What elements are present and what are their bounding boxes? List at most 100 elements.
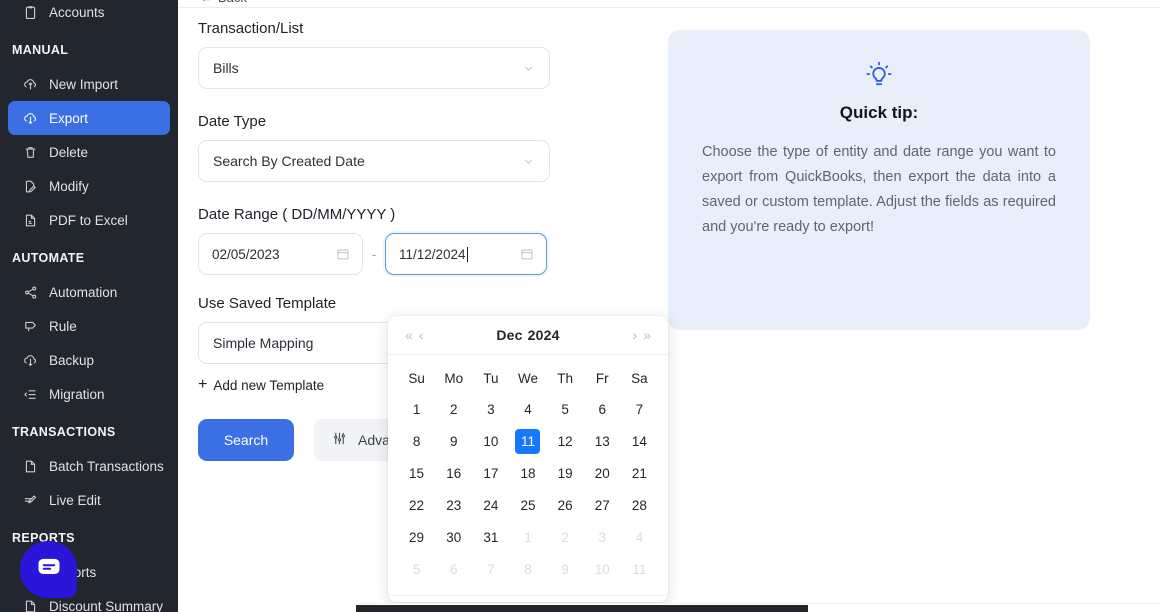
prev-year-button[interactable]: «	[402, 328, 416, 342]
sidebar-item-live-edit[interactable]: Live Edit	[8, 483, 170, 517]
horizontal-scrollbar[interactable]	[356, 603, 1160, 612]
next-month-button[interactable]: ›	[630, 328, 641, 342]
sidebar-item-label: Rule	[49, 318, 77, 334]
calendar-icon	[336, 247, 350, 261]
calendar-day-cell[interactable]: 31	[472, 521, 509, 553]
date-picker-popup: « ‹ Dec 2024 › » Su Mo Tu We Th Fr Sa 123456789…	[388, 316, 668, 602]
calendar-day-cell[interactable]: 2	[547, 521, 584, 553]
sidebar-item-label: Modify	[49, 178, 89, 194]
sidebar-section-manual: MANUAL	[12, 43, 69, 57]
calendar-day-cell[interactable]: 29	[398, 521, 435, 553]
calendar-day-cell[interactable]: 28	[621, 489, 658, 521]
calendar-day-cell[interactable]: 27	[584, 489, 621, 521]
calendar-day-cell[interactable]: 9	[547, 553, 584, 585]
calendar-body: Su Mo Tu We Th Fr Sa 1 2 3 4 5 6 7 8 9 10 11 12 13 14 15 16 17…	[388, 355, 668, 595]
transaction-list-select[interactable]: Bills	[198, 47, 550, 89]
main-content: ← Back Transaction/List Bills Date Type …	[178, 0, 1160, 612]
calendar-day-cell[interactable]: 16	[435, 457, 472, 489]
add-new-template-label: Add new Template	[213, 377, 325, 393]
upload-cloud-icon	[22, 76, 38, 92]
sidebar-item-label: New Import	[49, 76, 119, 92]
calendar-dow-su: Su	[408, 370, 425, 386]
calendar-day-cell[interactable]: 5	[398, 553, 435, 585]
calendar-day-cell[interactable]: 4	[509, 393, 546, 425]
chevron-down-icon	[522, 62, 535, 75]
calendar-day-cell[interactable]: 13	[584, 425, 621, 457]
calendar-day-cell[interactable]: 25	[509, 489, 546, 521]
sidebar-item-automation[interactable]: Automation	[8, 275, 170, 309]
search-button[interactable]: Search	[198, 419, 294, 461]
trash-icon	[22, 144, 38, 160]
calendar-day-cell[interactable]: 5	[547, 393, 584, 425]
calendar-dow-we: We	[517, 370, 538, 386]
sidebar-item-modify[interactable]: Modify	[8, 169, 170, 203]
sidebar: Accounts MANUAL New Import Export Delete…	[0, 0, 178, 612]
calendar-day-cell[interactable]: 19	[547, 457, 584, 489]
calendar-day-cell[interactable]: 21	[621, 457, 658, 489]
date-range-from-input[interactable]: 02/05/2023	[198, 233, 363, 275]
sidebar-item-label: Live Edit	[49, 492, 101, 508]
sidebar-item-rule[interactable]: Rule	[8, 309, 170, 343]
calendar-day-cell[interactable]: 10	[472, 425, 509, 457]
sidebar-item-label: Delete	[49, 144, 89, 160]
back-button[interactable]: ← Back	[200, 0, 247, 5]
date-range-to-input[interactable]: 11/12/2024	[385, 233, 547, 275]
calendar-day-cell[interactable]: 20	[584, 457, 621, 489]
calendar-day-cell[interactable]: 4	[621, 521, 658, 553]
sidebar-item-export[interactable]: Export	[8, 101, 170, 135]
calendar-day-cell[interactable]: 30	[435, 521, 472, 553]
sidebar-item-batch-transactions[interactable]: Batch Transactions	[8, 449, 170, 483]
calendar-day-cell[interactable]: 3	[472, 393, 509, 425]
calendar-day-cell[interactable]: 18	[509, 457, 546, 489]
back-label: Back	[218, 0, 247, 5]
quick-tip-title: Quick tip:	[839, 103, 919, 122]
calendar-day-cell[interactable]: 12	[547, 425, 584, 457]
sidebar-item-delete[interactable]: Delete	[8, 135, 170, 169]
calendar-day-cell[interactable]: 1	[509, 521, 546, 553]
scrollbar-thumb[interactable]	[356, 605, 808, 612]
sidebar-section-automate: AUTOMATE	[12, 251, 85, 265]
calendar-day-cell[interactable]: 14	[621, 425, 658, 457]
sidebar-item-migration[interactable]: Migration	[8, 377, 170, 411]
calendar-day-cell[interactable]: 11	[509, 425, 546, 457]
calendar-year[interactable]: 2024	[528, 327, 560, 343]
calendar-day-cell[interactable]: 6	[584, 393, 621, 425]
quick-tip-body: Choose the type of entity and date range…	[702, 144, 1056, 235]
date-type-select[interactable]: Search By Created Date	[198, 140, 550, 182]
lightbulb-icon	[702, 60, 1056, 90]
calendar-day-cell[interactable]: 6	[435, 553, 472, 585]
sidebar-item-pdf-to-excel[interactable]: PDF to Excel	[8, 203, 170, 237]
calendar-day-cell[interactable]: 26	[547, 489, 584, 521]
calendar-day-cell[interactable]: 23	[435, 489, 472, 521]
sidebar-item-label: Migration	[49, 386, 105, 402]
calendar-day-cell[interactable]: 9	[435, 425, 472, 457]
sidebar-section-transactions: TRANSACTIONS	[12, 425, 116, 439]
calendar-day-cell[interactable]: 3	[584, 521, 621, 553]
chevron-down-icon	[522, 155, 535, 168]
calendar-day-cell[interactable]: 24	[472, 489, 509, 521]
calendar-day-cell[interactable]: 2	[435, 393, 472, 425]
prev-month-button[interactable]: ‹	[416, 328, 427, 342]
calendar-day-cell[interactable]: 10	[584, 553, 621, 585]
calendar-day-cell[interactable]: 1	[398, 393, 435, 425]
calendar-month[interactable]: Dec	[496, 327, 522, 343]
calendar-day-cell[interactable]: 15	[398, 457, 435, 489]
share-nodes-icon	[22, 284, 38, 300]
calendar-day-cell[interactable]: 7	[472, 553, 509, 585]
calendar-day-cell[interactable]: 11	[621, 553, 658, 585]
sliders-icon	[332, 431, 347, 449]
sidebar-item-new-import[interactable]: New Import	[8, 67, 170, 101]
calendar-day-cell[interactable]: 8	[398, 425, 435, 457]
arrow-left-icon: ←	[200, 0, 213, 5]
chat-widget-button[interactable]	[20, 541, 77, 598]
calendar-day-cell[interactable]: 17	[472, 457, 509, 489]
pencil-line-icon	[22, 492, 38, 508]
calendar-day-cell[interactable]: 22	[398, 489, 435, 521]
next-year-button[interactable]: »	[640, 328, 654, 342]
sidebar-item-accounts[interactable]: Accounts	[8, 0, 170, 29]
calendar-day-cell[interactable]: 7	[621, 393, 658, 425]
calendar-header: « ‹ Dec 2024 › »	[388, 316, 668, 355]
clipboard-icon	[22, 4, 38, 20]
calendar-day-cell[interactable]: 8	[509, 553, 546, 585]
sidebar-item-backup[interactable]: Backup	[8, 343, 170, 377]
